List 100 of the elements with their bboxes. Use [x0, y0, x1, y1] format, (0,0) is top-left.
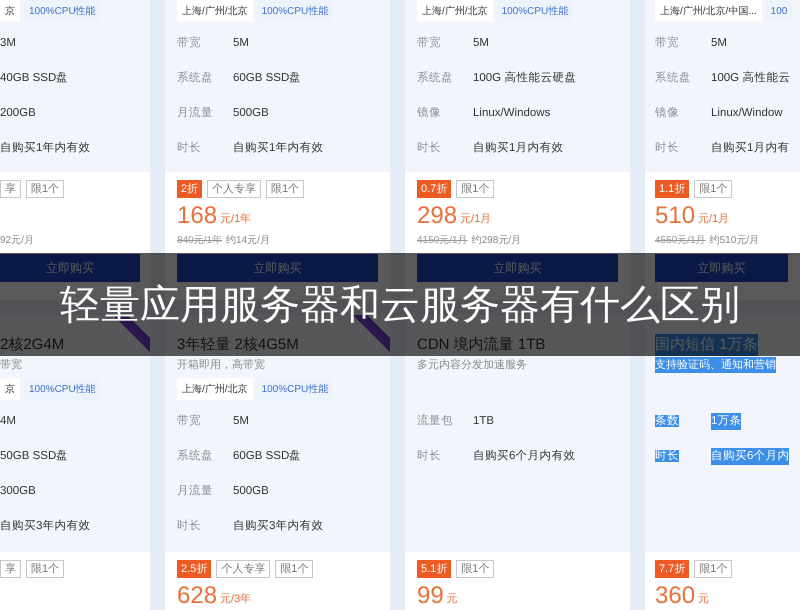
feature-tag: 100%CPU性能 — [24, 0, 101, 22]
price-amount: 510 — [655, 202, 696, 230]
discount-badge: 2折 — [177, 180, 202, 198]
monthly-price: 约14元/月 — [226, 234, 270, 248]
spec-value: 自购买1月内有 — [711, 140, 790, 156]
spec-label: 系统盘 — [177, 450, 213, 462]
product-subtitle: 多元内容分发加速服务 — [417, 358, 527, 373]
discount-badge: 0.7折 — [417, 180, 452, 198]
spec-label: 流量包 — [417, 414, 453, 427]
monthly-price: 约298元/月 — [472, 234, 522, 248]
spec-value: 300GB — [0, 484, 36, 499]
product-title: 国内短信 1万条 — [655, 334, 758, 356]
buy-button[interactable]: 立即购买 — [655, 254, 788, 282]
spec-value: 5M — [233, 36, 249, 51]
product-title: CDN 境内流量 1TB — [417, 334, 546, 355]
spec-label: 镜像 — [417, 106, 441, 119]
buy-button[interactable]: 立即购买 — [417, 254, 618, 282]
feature-tag: 100%CPU性能 — [496, 0, 574, 22]
spec-value: 100G 高性能云硬盘 — [473, 70, 576, 86]
product-subtitle: 支持验证码、通知和营销 — [655, 356, 776, 374]
spec-label: 时长 — [417, 450, 441, 462]
spec-label: 带宽 — [417, 36, 441, 49]
product-subtitle: 开箱即用，高带宽 — [177, 358, 265, 373]
label-tag: 限1个 — [26, 560, 64, 578]
spec-value: 自购买1月内有效 — [473, 140, 564, 156]
spec-label: 月流量 — [177, 106, 213, 119]
spec-value: 500GB — [233, 484, 269, 499]
spec-label: 系统盘 — [417, 72, 453, 84]
price-unit: 元 — [446, 592, 458, 606]
spec-value: 自购买1年内有效 — [233, 140, 324, 156]
spec-label: 月流量 — [177, 484, 213, 497]
feature-tag: 100%CPU性能 — [256, 0, 334, 22]
feature-tag: 上海/广州/北京/中国... — [655, 0, 762, 22]
spec-value: 自购买3年内有效 — [233, 518, 324, 534]
price-amount: 168 — [177, 202, 218, 230]
spec-label: 带宽 — [655, 36, 679, 49]
price-amount: 360 — [655, 582, 696, 610]
spec-label: 镜像 — [655, 106, 679, 119]
original-price: 840元/1年 — [177, 234, 222, 248]
spec-value: Linux/Windows — [473, 106, 550, 121]
spec-value: 60GB SSD盘 — [233, 448, 302, 464]
spec-value: 1TB — [473, 414, 494, 429]
buy-button[interactable]: 立即购买 — [177, 254, 378, 282]
feature-tag: 上海/广州/北京 — [177, 0, 253, 22]
feature-tag: 100%CPU性能 — [256, 378, 334, 400]
monthly-price: 92元/月 — [0, 234, 34, 248]
discount-badge: 7.7折 — [655, 560, 690, 578]
spec-label: 时长 — [417, 142, 441, 154]
product-subtitle: 带宽 — [0, 358, 22, 373]
label-tag: 限1个 — [456, 180, 494, 198]
label-tag: 限1个 — [266, 180, 304, 198]
spec-label: 带宽 — [177, 414, 201, 427]
original-price: 4150元/1月 — [417, 234, 468, 248]
spec-label: 系统盘 — [177, 72, 213, 84]
spec-label: 时长 — [655, 142, 679, 154]
label-tag: 享 — [0, 180, 21, 198]
spec-label: 时长 — [655, 450, 679, 462]
spec-value: 自购买6个月内有效 — [473, 448, 576, 464]
discount-badge: 1.1折 — [655, 180, 690, 198]
buy-button[interactable]: 立即购买 — [0, 254, 140, 282]
product-title: 2核2G4M — [0, 334, 64, 355]
price-unit: 元/1月 — [698, 212, 730, 226]
spec-value: 100G 高性能云 — [711, 70, 790, 86]
spec-label: 条数 — [655, 414, 679, 427]
spec-label: 时长 — [177, 142, 201, 154]
label-tag: 个人专享 — [216, 560, 270, 578]
label-tag: 限1个 — [26, 180, 64, 198]
price-unit: 元/1月 — [460, 212, 492, 226]
feature-tag: 100%CPU性能 — [24, 378, 101, 400]
spec-value: 4M — [0, 414, 16, 429]
spec-value: Linux/Window — [711, 106, 783, 121]
spec-value: 1万条 — [711, 412, 742, 430]
label-tag: 限1个 — [275, 560, 314, 578]
label-tag: 限1个 — [694, 560, 732, 578]
price-unit: 元/3年 — [220, 592, 252, 606]
discount-badge: 5.1折 — [417, 560, 452, 578]
label-tag: 限1个 — [694, 180, 732, 198]
feature-tag: 上海/广州/北京 — [177, 378, 253, 400]
spec-value: 5M — [473, 36, 489, 51]
spec-value: 5M — [711, 36, 727, 51]
feature-tag: 京 — [0, 378, 20, 400]
feature-tag: 京 — [0, 0, 20, 22]
price-amount: 298 — [417, 202, 458, 230]
spec-value: 5M — [233, 414, 249, 429]
label-tag: 个人专享 — [207, 180, 262, 198]
price-unit: 元 — [698, 592, 710, 606]
product-title: 3年轻量 2核4G5M — [177, 334, 299, 355]
monthly-price: 约510元/月 — [710, 234, 760, 248]
feature-tag: 100 — [766, 0, 792, 22]
spec-label: 时长 — [177, 520, 201, 532]
spec-label: 带宽 — [177, 36, 201, 49]
spec-value: 200GB — [0, 106, 36, 121]
banner-title: 轻量应用服务器和云服务器有什么区别 — [60, 282, 740, 328]
spec-value: 自购买3年内有效 — [0, 518, 90, 534]
spec-value: 500GB — [233, 106, 269, 121]
price-unit: 元/1年 — [220, 212, 252, 226]
price-amount: 628 — [177, 582, 218, 610]
feature-tag: 上海/广州/北京 — [417, 0, 493, 22]
label-tag: 享 — [0, 560, 21, 578]
spec-value: 自购买1年内有效 — [0, 140, 90, 156]
